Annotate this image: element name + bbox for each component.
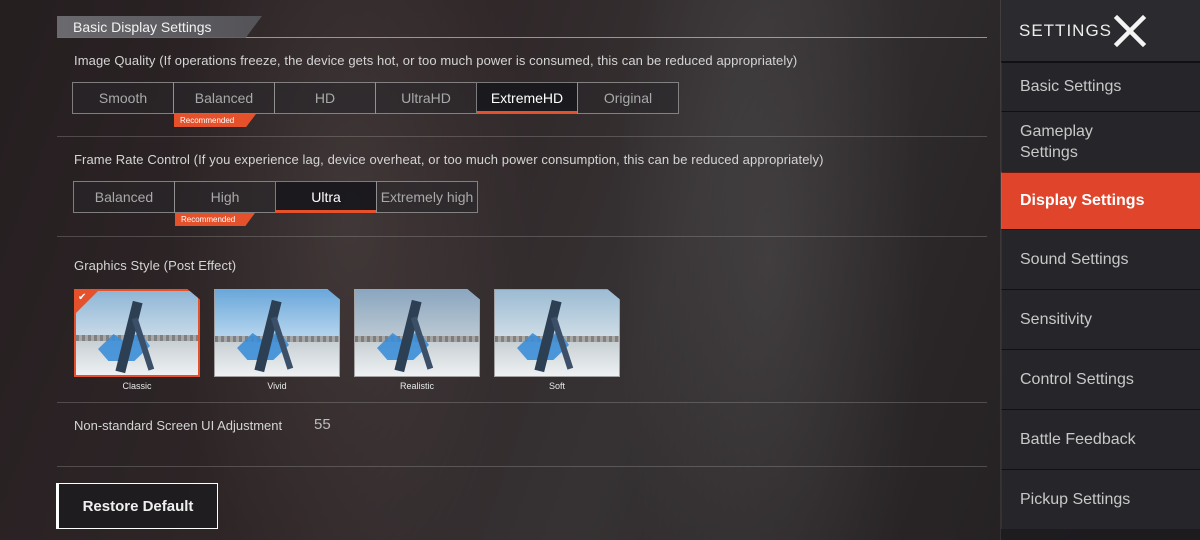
image-quality-option-smooth[interactable]: Smooth	[72, 82, 174, 114]
frame-rate-selector: Balanced High Recommended Ultra Extremel…	[73, 181, 478, 226]
style-preview-image	[354, 289, 480, 377]
image-quality-option-extremehd[interactable]: ExtremeHD	[476, 82, 578, 114]
sidebar-header: SETTINGS	[1001, 0, 1200, 62]
divider	[57, 466, 987, 467]
option-label: High	[210, 189, 240, 205]
sidebar-item-sound-settings[interactable]: Sound Settings	[1001, 229, 1200, 289]
frame-rate-option-high[interactable]: High Recommended	[174, 181, 276, 226]
sidebar-item-battle-feedback[interactable]: Battle Feedback	[1001, 409, 1200, 469]
section-header: Basic Display Settings	[57, 16, 987, 38]
sidebar-item-gameplay-settings[interactable]: Gameplay Settings	[1001, 111, 1200, 172]
image-quality-option-hd[interactable]: HD	[274, 82, 376, 114]
sidebar-item-sensitivity[interactable]: Sensitivity	[1001, 289, 1200, 349]
frame-rate-option-balanced[interactable]: Balanced	[73, 181, 175, 213]
image-quality-option-balanced[interactable]: Balanced Recommended	[173, 82, 275, 127]
restore-default-button[interactable]: Restore Default	[56, 483, 218, 529]
graphics-style-list: ✔ Classic Vivid Realistic Soft	[74, 289, 620, 391]
display-settings-panel: Basic Display Settings Image Quality (If…	[0, 0, 1000, 540]
style-preview-image: ✔	[74, 289, 200, 377]
graphics-style-realistic[interactable]: Realistic	[354, 289, 480, 391]
image-quality-option-ultrahd[interactable]: UltraHD	[375, 82, 477, 114]
sidebar-item-control-settings[interactable]: Control Settings	[1001, 349, 1200, 409]
option-label: Balanced	[194, 90, 254, 106]
sidebar-item-basic-settings[interactable]: Basic Settings	[1001, 62, 1200, 111]
style-name: Vivid	[267, 381, 287, 391]
divider	[57, 402, 987, 403]
frame-rate-option-ultra[interactable]: Ultra	[275, 181, 377, 213]
ui-adjustment-label: Non-standard Screen UI Adjustment	[74, 418, 283, 433]
section-title: Basic Display Settings	[57, 16, 262, 38]
style-name: Realistic	[399, 381, 434, 391]
graphics-style-vivid[interactable]: Vivid	[214, 289, 340, 391]
sidebar-item-pickup-settings[interactable]: Pickup Settings	[1001, 469, 1200, 529]
close-icon[interactable]	[1113, 14, 1147, 48]
recommended-badge: Recommended	[175, 213, 255, 226]
style-name: Classic	[122, 381, 152, 391]
recommended-badge: Recommended	[174, 114, 256, 127]
graphics-style-label: Graphics Style (Post Effect)	[74, 258, 237, 273]
image-quality-selector: Smooth Balanced Recommended HD UltraHD E…	[72, 82, 679, 127]
sidebar-item-display-settings[interactable]: Display Settings	[1001, 172, 1200, 229]
settings-sidebar: SETTINGS Basic Settings Gameplay Setting…	[1001, 0, 1200, 540]
graphics-style-soft[interactable]: Soft	[494, 289, 620, 391]
frame-rate-option-extremely-high[interactable]: Extremely high	[376, 181, 478, 213]
ui-adjustment-value[interactable]: 55	[314, 416, 331, 433]
divider	[57, 236, 987, 237]
graphics-style-classic[interactable]: ✔ Classic	[74, 289, 200, 391]
sidebar-title: SETTINGS	[1019, 21, 1113, 40]
divider	[57, 136, 987, 137]
style-name: Soft	[548, 381, 565, 391]
frame-rate-label: Frame Rate Control (If you experience la…	[74, 152, 824, 167]
style-preview-image	[214, 289, 340, 377]
sidebar-item-label: Gameplay Settings	[1020, 123, 1093, 161]
image-quality-option-original[interactable]: Original	[577, 82, 679, 114]
image-quality-label: Image Quality (If operations freeze, the…	[74, 53, 798, 68]
style-preview-image	[494, 289, 620, 377]
